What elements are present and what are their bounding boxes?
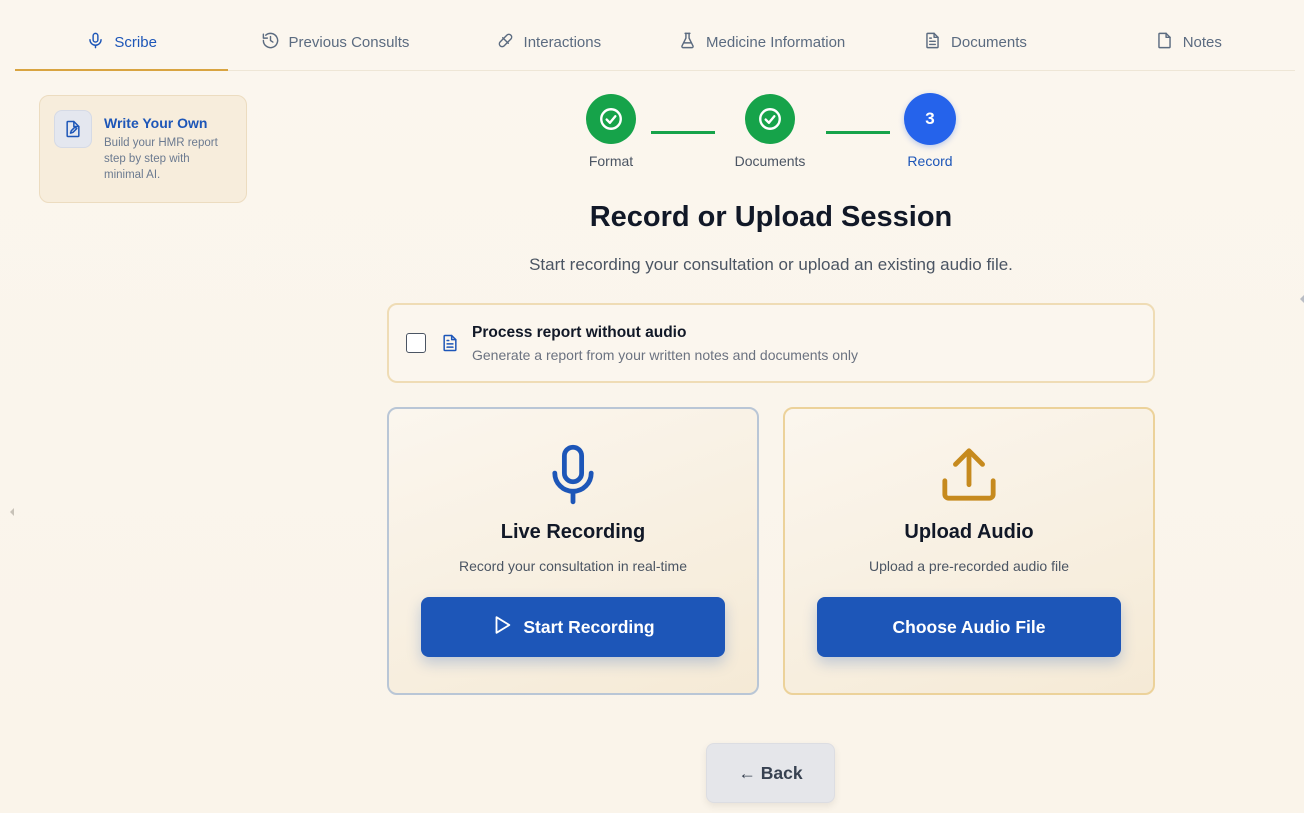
card-title: Live Recording — [500, 521, 646, 543]
card-title: Upload Audio — [904, 521, 1034, 543]
note-icon — [1155, 31, 1174, 54]
right-edge-scroll-arrow-icon[interactable] — [1300, 295, 1304, 303]
document-icon — [440, 333, 460, 353]
play-icon — [491, 614, 513, 641]
tab-scribe[interactable]: Scribe — [15, 14, 229, 71]
upload-icon — [939, 443, 999, 507]
step-label: Record — [907, 153, 953, 169]
step-connector — [826, 131, 890, 134]
left-edge-scroll-arrow-icon[interactable] — [10, 508, 14, 516]
button-label: Choose Audio File — [892, 616, 1046, 637]
button-label: ← Back — [738, 762, 803, 783]
tab-label: Documents — [951, 33, 1027, 51]
edit-document-icon — [54, 110, 92, 148]
page-title: Record or Upload Session — [589, 201, 953, 233]
live-recording-card: Live Recording Record your consultation … — [387, 407, 759, 695]
tab-notes[interactable]: Notes — [1082, 14, 1295, 70]
option-title: Process report without audio — [472, 323, 687, 341]
button-label: Start Recording — [523, 616, 655, 637]
upload-audio-card: Upload Audio Upload a pre-recorded audio… — [783, 407, 1155, 695]
page-subtitle: Start recording your consultation or upl… — [529, 255, 1013, 274]
tab-label: Interactions — [523, 33, 602, 51]
process-without-audio-option[interactable]: Process report without audio Generate a … — [387, 303, 1155, 383]
tab-medicine-information[interactable]: Medicine Information — [655, 14, 868, 70]
tab-label: Previous Consults — [288, 33, 410, 51]
card-description: Build your HMR report step by step with … — [104, 137, 218, 181]
option-description: Generate a report from your written note… — [472, 346, 858, 363]
tab-interactions[interactable]: Interactions — [442, 14, 655, 70]
flask-icon — [678, 31, 697, 54]
without-audio-checkbox[interactable] — [406, 333, 426, 353]
app-root: Scribe Previous Consults Interactions Me… — [0, 0, 1304, 813]
step-label: Documents — [734, 153, 806, 169]
check-circle-icon — [745, 94, 795, 144]
choose-audio-file-button[interactable]: Choose Audio File — [817, 597, 1121, 657]
card-title: Write Your Own — [104, 115, 208, 131]
microphone-icon — [543, 443, 603, 507]
check-circle-icon — [586, 94, 636, 144]
card-description: Upload a pre-recorded audio file — [868, 558, 1069, 574]
step-connector — [651, 131, 715, 134]
mic-icon — [86, 31, 105, 54]
step-label: Format — [588, 153, 634, 169]
tab-documents[interactable]: Documents — [868, 14, 1081, 70]
history-icon — [261, 31, 280, 54]
step-number: 3 — [904, 93, 956, 145]
main-nav: Scribe Previous Consults Interactions Me… — [15, 14, 1295, 71]
back-button[interactable]: ← Back — [706, 743, 835, 803]
tab-label: Medicine Information — [706, 33, 846, 51]
pill-icon — [496, 31, 515, 54]
start-recording-button[interactable]: Start Recording — [421, 597, 725, 657]
write-your-own-card[interactable]: Write Your Own Build your HMR report ste… — [39, 95, 247, 203]
step-format: Format — [570, 94, 652, 169]
tab-label: Scribe — [114, 33, 157, 51]
step-documents: Documents — [720, 94, 820, 169]
tab-previous-consults[interactable]: Previous Consults — [228, 14, 441, 70]
step-record: 3 Record — [890, 93, 970, 169]
card-description: Record your consultation in real-time — [459, 558, 687, 574]
document-icon — [923, 31, 942, 54]
tab-label: Notes — [1182, 33, 1222, 51]
